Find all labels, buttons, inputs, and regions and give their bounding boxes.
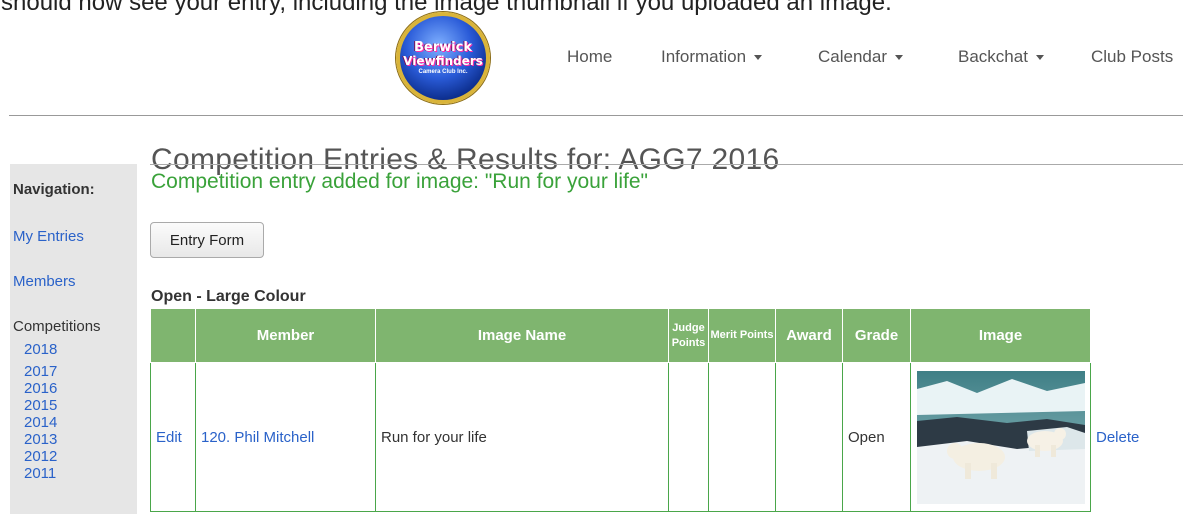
sidebar-year-2014[interactable]: 2014	[24, 414, 57, 431]
section-title: Open - Large Colour	[151, 288, 306, 305]
club-logo[interactable]: Berwick Viewfinders Camera Club Inc.	[396, 12, 490, 104]
nav-club-posts[interactable]: Club Posts	[1091, 47, 1173, 67]
success-message: Competition entry added for image: "Run …	[151, 170, 648, 193]
caret-down-icon	[895, 55, 903, 61]
header-award: Award	[775, 308, 843, 363]
nav-information[interactable]: Information	[661, 47, 763, 67]
header-member: Member	[195, 308, 376, 363]
logo-line-1: Berwick	[414, 40, 472, 55]
cell-delete: Delete	[1091, 363, 1153, 512]
results-table: Member Image Name Judge Points Merit Poi…	[150, 308, 1153, 512]
polar-bear-thumbnail[interactable]	[916, 370, 1085, 504]
member-link[interactable]: 120. Phil Mitchell	[201, 429, 314, 446]
header-judge-points: Judge Points	[668, 308, 709, 363]
sidebar-item-members[interactable]: Members	[13, 273, 76, 290]
sidebar-competitions-label: Competitions	[13, 318, 101, 335]
caret-down-icon	[1035, 55, 1044, 61]
nav-calendar[interactable]: Calendar	[818, 47, 903, 67]
cell-edit: Edit	[150, 362, 196, 512]
header-actions	[1091, 309, 1153, 363]
nav-backchat-label: Backchat	[958, 47, 1028, 66]
intro-text: should now see your entry, including the…	[1, 0, 892, 16]
nav-home[interactable]: Home	[567, 47, 612, 67]
logo-line-2: Viewfinders	[403, 54, 483, 68]
nav-backchat[interactable]: Backchat	[958, 47, 1044, 67]
caret-down-icon	[754, 55, 763, 61]
header-image-name: Image Name	[375, 308, 669, 363]
logo-line-3: Camera Club Inc.	[418, 69, 468, 75]
sidebar-year-2011[interactable]: 2011	[24, 465, 56, 482]
sidebar-heading: Navigation:	[13, 181, 95, 198]
nav-calendar-label: Calendar	[818, 47, 887, 66]
cell-image	[910, 362, 1091, 512]
nav-information-label: Information	[661, 47, 747, 66]
table-header-row: Member Image Name Judge Points Merit Poi…	[150, 308, 1153, 363]
edit-link[interactable]: Edit	[156, 429, 182, 446]
sidebar-year-2016[interactable]: 2016	[24, 380, 57, 397]
delete-link[interactable]: Delete	[1096, 429, 1139, 446]
title-divider	[150, 164, 1183, 165]
sidebar-year-2013[interactable]: 2013	[24, 431, 57, 448]
header-blank	[150, 308, 196, 363]
cell-image-name: Run for your life	[375, 362, 669, 512]
sidebar-year-2018[interactable]: 2018	[24, 341, 57, 358]
header-merit-points: Merit Points	[708, 308, 776, 363]
header-divider	[9, 115, 1183, 116]
cell-member: 120. Phil Mitchell	[195, 362, 376, 512]
table-row: Edit 120. Phil Mitchell Run for your lif…	[150, 362, 1153, 512]
sidebar-item-my-entries[interactable]: My Entries	[13, 228, 84, 245]
header-image: Image	[910, 308, 1091, 363]
sidebar-year-2012[interactable]: 2012	[24, 448, 57, 465]
cell-judge-points	[668, 362, 709, 512]
sidebar-year-2015[interactable]: 2015	[24, 397, 57, 414]
cell-award	[775, 362, 843, 512]
header-grade: Grade	[842, 308, 911, 363]
entry-form-button[interactable]: Entry Form	[150, 222, 264, 258]
cell-merit-points	[708, 362, 776, 512]
cell-grade: Open	[842, 362, 911, 512]
sidebar-year-2017[interactable]: 2017	[24, 363, 57, 380]
